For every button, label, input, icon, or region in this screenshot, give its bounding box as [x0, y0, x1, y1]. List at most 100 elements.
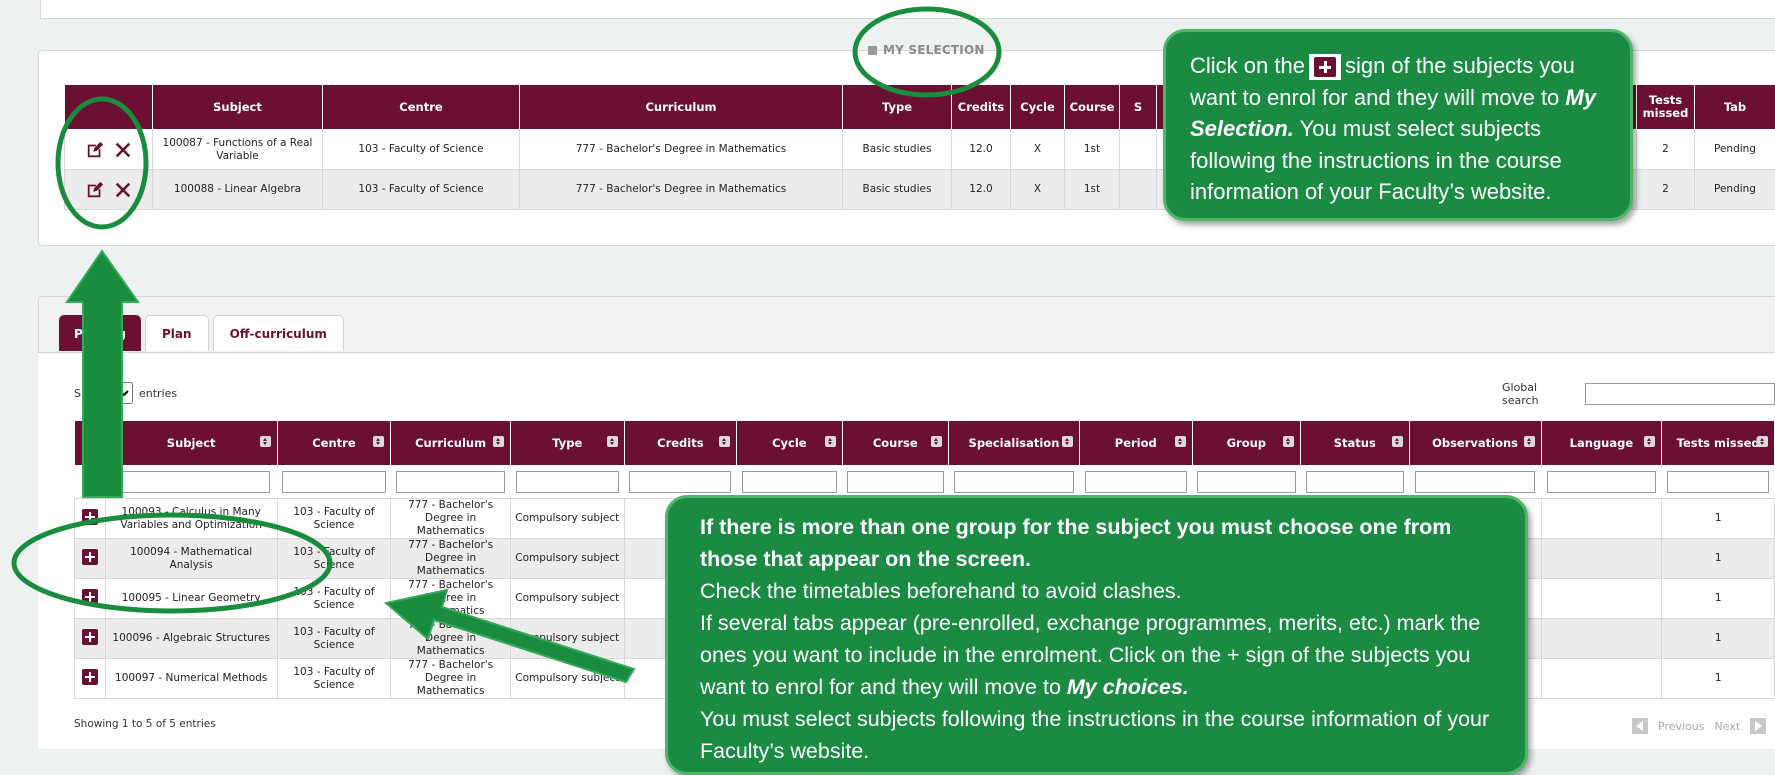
cell-centre: 103 - Faculty of Science	[277, 539, 391, 579]
showing-entries-text: Showing 1 to 5 of 5 entries	[74, 718, 216, 730]
edit-icon[interactable]	[86, 141, 104, 159]
col-header-credits[interactable]: Credits	[624, 421, 737, 466]
cell-type: Compulsory subject	[510, 619, 624, 659]
filter-period-input[interactable]	[1085, 471, 1187, 493]
cell-s	[1120, 170, 1157, 210]
filter-centre-input[interactable]	[282, 471, 385, 493]
sort-icon	[260, 436, 271, 447]
cell-subject: 100095 - Linear Geometry	[105, 579, 277, 619]
col-header-centre[interactable]: Centre	[277, 421, 391, 466]
col-header-language[interactable]: Language	[1541, 421, 1662, 466]
next-arrow-icon[interactable]	[1750, 718, 1766, 734]
col-header-subject: Subject	[153, 85, 323, 130]
sort-icon	[1392, 436, 1403, 447]
sort-icon	[1283, 436, 1294, 447]
col-header-group[interactable]: Group	[1192, 421, 1300, 466]
sort-icon	[607, 436, 618, 447]
filter-group-input[interactable]	[1197, 471, 1295, 493]
edit-icon[interactable]	[86, 181, 104, 199]
previous-arrow-icon[interactable]	[1632, 718, 1648, 734]
col-header-specialisation[interactable]: Specialisation	[948, 421, 1079, 466]
collapse-icon[interactable]	[868, 46, 877, 55]
subject-tabs: Pg Plan Off-curriculum	[59, 315, 344, 352]
col-header-subject[interactable]: Subject	[105, 421, 277, 466]
sort-icon	[1757, 436, 1768, 447]
filter-specialisation-input[interactable]	[954, 471, 1073, 493]
filter-status-input[interactable]	[1306, 471, 1404, 493]
cell-credits: 12.0	[952, 170, 1011, 210]
add-subject-button[interactable]	[82, 549, 98, 565]
top-panel-edge	[40, 0, 1775, 19]
cell-tab: Pending	[1695, 130, 1775, 170]
cell-tab: Pending	[1695, 170, 1775, 210]
cell-tests-missed: 2	[1637, 170, 1695, 210]
col-header-period[interactable]: Period	[1079, 421, 1192, 466]
global-search-input[interactable]	[1585, 383, 1775, 405]
filter-observations-input[interactable]	[1415, 471, 1535, 493]
tab-off-curriculum[interactable]: Off-curriculum	[213, 315, 344, 351]
filter-language-input[interactable]	[1547, 471, 1657, 493]
filter-subject-input[interactable]	[113, 471, 270, 493]
col-header-course[interactable]: Course	[842, 421, 948, 466]
col-header-tests-missed[interactable]: Tests missed	[1662, 421, 1775, 466]
cell-centre: 103 - Faculty of Science	[277, 619, 391, 659]
cell-centre: 103 - Faculty of Science	[277, 499, 391, 539]
filter-tests-missed-input[interactable]	[1667, 471, 1769, 493]
sort-icon	[1524, 436, 1535, 447]
sort-icon	[373, 436, 384, 447]
filter-credits-input[interactable]	[629, 471, 731, 493]
col-header-s: S	[1120, 85, 1157, 130]
cell-tests-missed: 1	[1662, 659, 1775, 699]
filter-curriculum-input[interactable]	[396, 471, 505, 493]
cell-cycle: X	[1011, 130, 1065, 170]
cell-subject: 100096 - Algebraic Structures	[105, 619, 277, 659]
add-subject-button[interactable]	[82, 669, 98, 685]
col-header-cycle[interactable]: Cycle	[737, 421, 842, 466]
col-header-type[interactable]: Type	[510, 421, 624, 466]
col-header-centre: Centre	[323, 85, 520, 130]
next-button[interactable]: Next	[1715, 720, 1741, 733]
add-subject-button[interactable]	[82, 589, 98, 605]
cell-subject: 100087 - Functions of a Real Variable	[153, 130, 323, 170]
filter-type-input[interactable]	[516, 471, 619, 493]
col-header-observations[interactable]: Observations	[1409, 421, 1541, 466]
cell-tests-missed: 2	[1637, 130, 1695, 170]
cell-credits: 12.0	[952, 130, 1011, 170]
col-header-status[interactable]: Status	[1301, 421, 1409, 466]
filter-course-input[interactable]	[847, 471, 944, 493]
cell-subject: 100097 - Numerical Methods	[105, 659, 277, 699]
tab-pending[interactable]: Pg	[59, 315, 141, 351]
pagination: Previous Next	[1632, 718, 1766, 734]
col-header-credits: Credits	[952, 85, 1011, 130]
entries-select[interactable]: 25	[87, 382, 133, 404]
previous-button[interactable]: Previous	[1658, 720, 1705, 733]
cell-centre: 103 - Faculty of Science	[277, 659, 391, 699]
col-header-cycle: Cycle	[1011, 85, 1065, 130]
cell-course: 1st	[1065, 170, 1120, 210]
cell-curriculum: 777 - Bachelor's Degree in Mathematics	[520, 170, 843, 210]
tab-plan[interactable]: Plan	[145, 315, 209, 351]
cell-centre: 103 - Faculty of Science	[323, 130, 520, 170]
global-search: Global search	[1502, 381, 1775, 407]
my-selection-title[interactable]: MY SELECTION	[868, 43, 985, 57]
delete-icon[interactable]	[114, 141, 132, 159]
cell-tests-missed: 1	[1662, 579, 1775, 619]
sort-icon	[1062, 436, 1073, 447]
cell-centre: 103 - Faculty of Science	[323, 170, 520, 210]
row-actions	[65, 170, 153, 210]
add-subject-button[interactable]	[82, 509, 98, 525]
sort-icon	[825, 436, 836, 447]
col-header-tab: Tab	[1695, 85, 1775, 130]
col-header-curriculum[interactable]: Curriculum	[391, 421, 511, 466]
sort-icon	[493, 436, 504, 447]
cell-type: Basic studies	[843, 130, 952, 170]
plus-icon	[1309, 54, 1341, 80]
cell-curriculum: 777 - Bachelor's Degree in Mathematics	[391, 659, 511, 699]
delete-icon[interactable]	[114, 181, 132, 199]
cell-cycle: X	[1011, 170, 1065, 210]
filter-cycle-input[interactable]	[742, 471, 838, 493]
add-subject-button[interactable]	[82, 629, 98, 645]
cell-curriculum: 777 - Bachelor's Degree in Mathematics	[391, 579, 511, 619]
show-entries: S 25 entries	[74, 382, 177, 404]
cell-type: Compulsory subject	[510, 659, 624, 699]
